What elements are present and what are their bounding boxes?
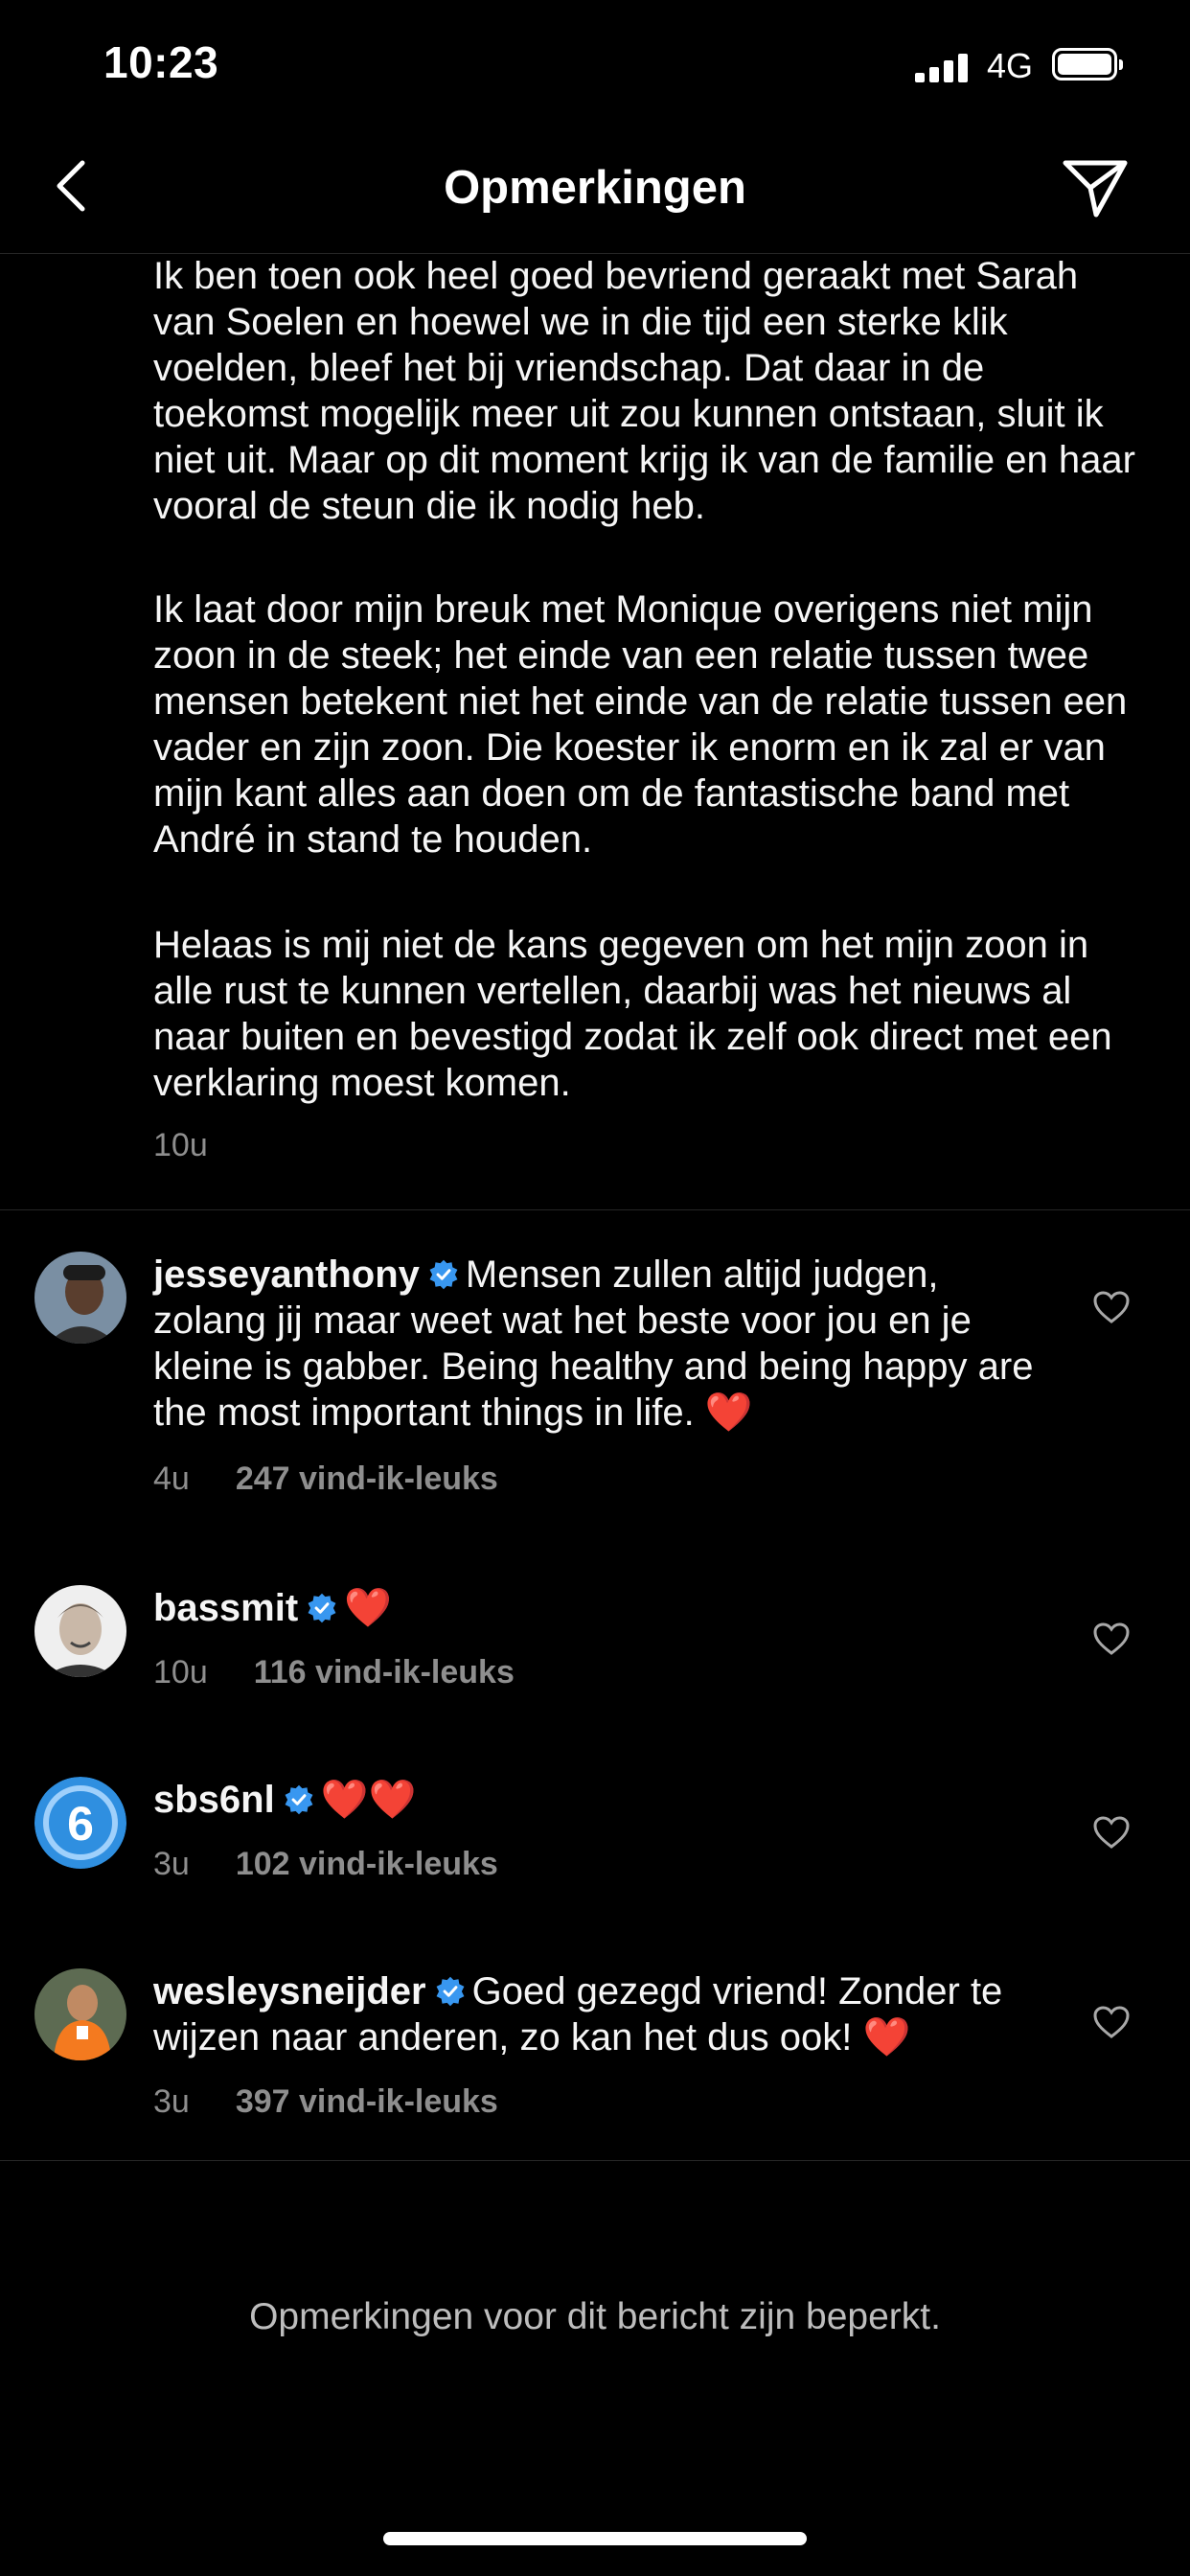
verified-badge-icon — [285, 1784, 313, 1815]
comment-likes[interactable]: 102 vind-ik-leuks — [236, 1846, 498, 1882]
divider — [0, 1209, 1190, 1210]
comment-meta: 10u 116 vind-ik-leuks — [153, 1654, 515, 1691]
verified-badge-icon — [436, 1976, 465, 2007]
verified-badge-icon — [429, 1259, 458, 1290]
like-button[interactable] — [1092, 1815, 1131, 1850]
divider — [0, 2160, 1190, 2161]
avatar[interactable]: 6 — [34, 1777, 126, 1869]
like-button[interactable] — [1092, 1622, 1131, 1656]
caption-paragraph: Ik ben toen ook heel goed bevriend geraa… — [153, 255, 1135, 527]
status-time: 10:23 — [103, 37, 219, 87]
heart-outline-icon — [1093, 1816, 1130, 1849]
paper-plane-icon — [1063, 160, 1128, 218]
svg-text:6: 6 — [67, 1797, 94, 1851]
comment-username[interactable]: sbs6nl — [153, 1779, 275, 1821]
comment-likes[interactable]: 397 vind-ik-leuks — [236, 2083, 498, 2120]
comment-username[interactable]: wesleysneijder — [153, 1970, 426, 2012]
share-button[interactable] — [1062, 157, 1129, 218]
red-heart-emoji: ❤️ — [344, 1587, 392, 1629]
avatar[interactable] — [34, 1968, 126, 2060]
comment-username[interactable]: bassmit — [153, 1587, 298, 1629]
red-heart-emoji: ❤️ — [862, 2016, 911, 2058]
network-label: 4G — [987, 46, 1034, 85]
avatar-image — [34, 1968, 126, 2060]
comment-likes[interactable]: 116 vind-ik-leuks — [254, 1654, 515, 1690]
like-button[interactable] — [1092, 1290, 1131, 1324]
battery-full-icon — [1052, 48, 1123, 80]
heart-outline-icon — [1093, 1622, 1130, 1655]
caption-paragraph: Ik laat door mijn breuk met Monique over… — [153, 588, 1128, 861]
page-title: Opmerkingen — [444, 162, 746, 214]
red-heart-emoji: ❤️ — [704, 1392, 753, 1434]
comment-username[interactable]: jesseyanthony — [153, 1254, 420, 1296]
comment-timestamp: 3u — [153, 1846, 190, 1882]
comment-meta: 3u 397 vind-ik-leuks — [153, 2083, 498, 2121]
like-button[interactable] — [1092, 2005, 1131, 2039]
comment-meta: 3u 102 vind-ik-leuks — [153, 1846, 498, 1883]
comment-timestamp: 10u — [153, 1654, 208, 1690]
comment-timestamp: 4u — [153, 1460, 190, 1497]
avatar-image — [34, 1252, 126, 1344]
heart-outline-icon — [1093, 1291, 1130, 1323]
sbs6-logo-icon: 6 — [34, 1777, 126, 1869]
avatar[interactable] — [34, 1585, 126, 1677]
red-heart-emoji: ❤️❤️ — [320, 1779, 417, 1821]
caption-timestamp: 10u — [153, 1127, 208, 1163]
caption-paragraph: Helaas is mij niet de kans gegeven om he… — [153, 924, 1112, 1104]
verified-badge-icon — [308, 1593, 336, 1623]
avatar-image — [34, 1585, 126, 1677]
comment-meta: 4u 247 vind-ik-leuks — [153, 1460, 498, 1498]
home-indicator[interactable] — [383, 2532, 807, 2545]
heart-outline-icon — [1093, 2006, 1130, 2038]
comments-restricted-notice: Opmerkingen voor dit bericht zijn beperk… — [249, 2296, 941, 2337]
comment-timestamp: 3u — [153, 2083, 190, 2120]
cellular-signal-icon — [915, 54, 969, 82]
avatar[interactable] — [34, 1252, 126, 1344]
header: Opmerkingen — [0, 144, 1190, 254]
comment-likes[interactable]: 247 vind-ik-leuks — [236, 1460, 498, 1497]
status-bar: 10:23 4G — [0, 0, 1190, 134]
